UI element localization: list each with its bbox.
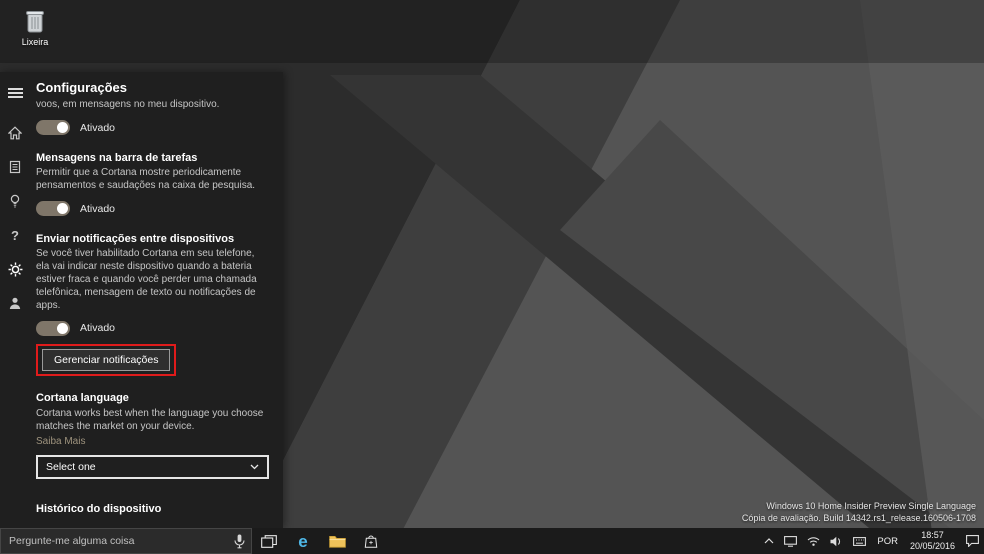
page-title: Configurações bbox=[36, 80, 128, 95]
notifications-title: Enviar notificações entre dispositivos bbox=[36, 232, 235, 245]
cortana-nav-rail: ? bbox=[0, 72, 30, 528]
recycle-bin-icon bbox=[13, 7, 57, 35]
build-watermark: Windows 10 Home Insider Preview Single L… bbox=[742, 500, 976, 524]
recycle-bin-label: Lixeira bbox=[21, 37, 49, 47]
clock[interactable]: 18:57 20/05/2016 bbox=[904, 530, 961, 553]
tray-keyboard-icon[interactable] bbox=[848, 528, 871, 554]
manage-notifications-button[interactable]: Gerenciar notificações bbox=[42, 349, 171, 372]
taskbar-messages-toggle[interactable] bbox=[36, 201, 70, 217]
taskbar: e POR 18:57 20/05/ bbox=[0, 528, 984, 554]
notifications-toggle-label: Ativado bbox=[80, 322, 116, 335]
settings-content: Configurações voos, em mensagens no meu … bbox=[30, 72, 283, 528]
learn-more-link[interactable]: Saiba Mais bbox=[36, 436, 269, 447]
cortana-language-desc: Cortana works best when the language you… bbox=[36, 408, 264, 432]
watermark-line1: Windows 10 Home Insider Preview Single L… bbox=[766, 500, 976, 511]
search-input[interactable] bbox=[9, 535, 234, 547]
tray-chevron-up-icon[interactable] bbox=[759, 528, 779, 554]
system-tray: POR 18:57 20/05/2016 bbox=[759, 528, 984, 554]
cortana-search-box[interactable] bbox=[0, 528, 252, 554]
cortana-settings-panel: ? Configurações voos, em mensagens no me… bbox=[0, 72, 283, 528]
file-explorer-button[interactable] bbox=[320, 528, 354, 554]
intro-setting-text: voos, em mensagens no meu dispositivo. bbox=[36, 99, 220, 110]
feedback-person-icon[interactable] bbox=[4, 292, 26, 314]
cortana-language-title: Cortana language bbox=[36, 392, 129, 405]
task-view-button[interactable] bbox=[252, 528, 286, 554]
annotation-highlight-box: Gerenciar notificações bbox=[36, 344, 177, 377]
tray-network-icon[interactable] bbox=[802, 528, 825, 554]
watermark-line2: Cópia de avaliação. Build 14342.rs1_rele… bbox=[741, 512, 976, 523]
intro-toggle[interactable] bbox=[36, 120, 70, 135]
action-center-icon[interactable] bbox=[961, 528, 984, 554]
device-history-title: Histórico do dispositivo bbox=[36, 502, 162, 515]
recycle-bin[interactable]: Lixeira bbox=[13, 7, 57, 47]
settings-gear-icon[interactable] bbox=[4, 258, 26, 280]
language-select-value: Select one bbox=[46, 460, 96, 473]
microphone-icon[interactable] bbox=[234, 534, 245, 549]
help-icon[interactable]: ? bbox=[4, 224, 26, 246]
notifications-toggle[interactable] bbox=[36, 320, 70, 336]
clock-time: 18:57 bbox=[921, 529, 944, 540]
tray-volume-icon[interactable] bbox=[825, 528, 848, 554]
home-icon[interactable] bbox=[4, 122, 26, 144]
notifications-desc: Se você tiver habilitado Cortana em seu … bbox=[36, 248, 257, 311]
edge-icon: e bbox=[298, 531, 308, 551]
taskbar-messages-desc: Permitir que a Cortana mostre periodicam… bbox=[36, 167, 256, 191]
edge-browser-button[interactable]: e bbox=[286, 528, 320, 554]
language-select[interactable]: Select one bbox=[36, 454, 269, 479]
clock-date: 20/05/2016 bbox=[909, 541, 955, 551]
taskbar-messages-title: Mensagens na barra de tarefas bbox=[36, 151, 198, 164]
hamburger-menu-icon[interactable] bbox=[4, 82, 26, 104]
taskbar-messages-toggle-label: Ativado bbox=[80, 202, 116, 215]
language-indicator[interactable]: POR bbox=[871, 536, 904, 547]
intro-toggle-label: Ativado bbox=[80, 121, 116, 134]
store-button[interactable] bbox=[354, 528, 388, 554]
notebook-icon[interactable] bbox=[4, 156, 26, 178]
chevron-down-icon bbox=[250, 464, 259, 470]
reminders-lightbulb-icon[interactable] bbox=[4, 190, 26, 212]
tray-display-icon[interactable] bbox=[779, 528, 802, 554]
